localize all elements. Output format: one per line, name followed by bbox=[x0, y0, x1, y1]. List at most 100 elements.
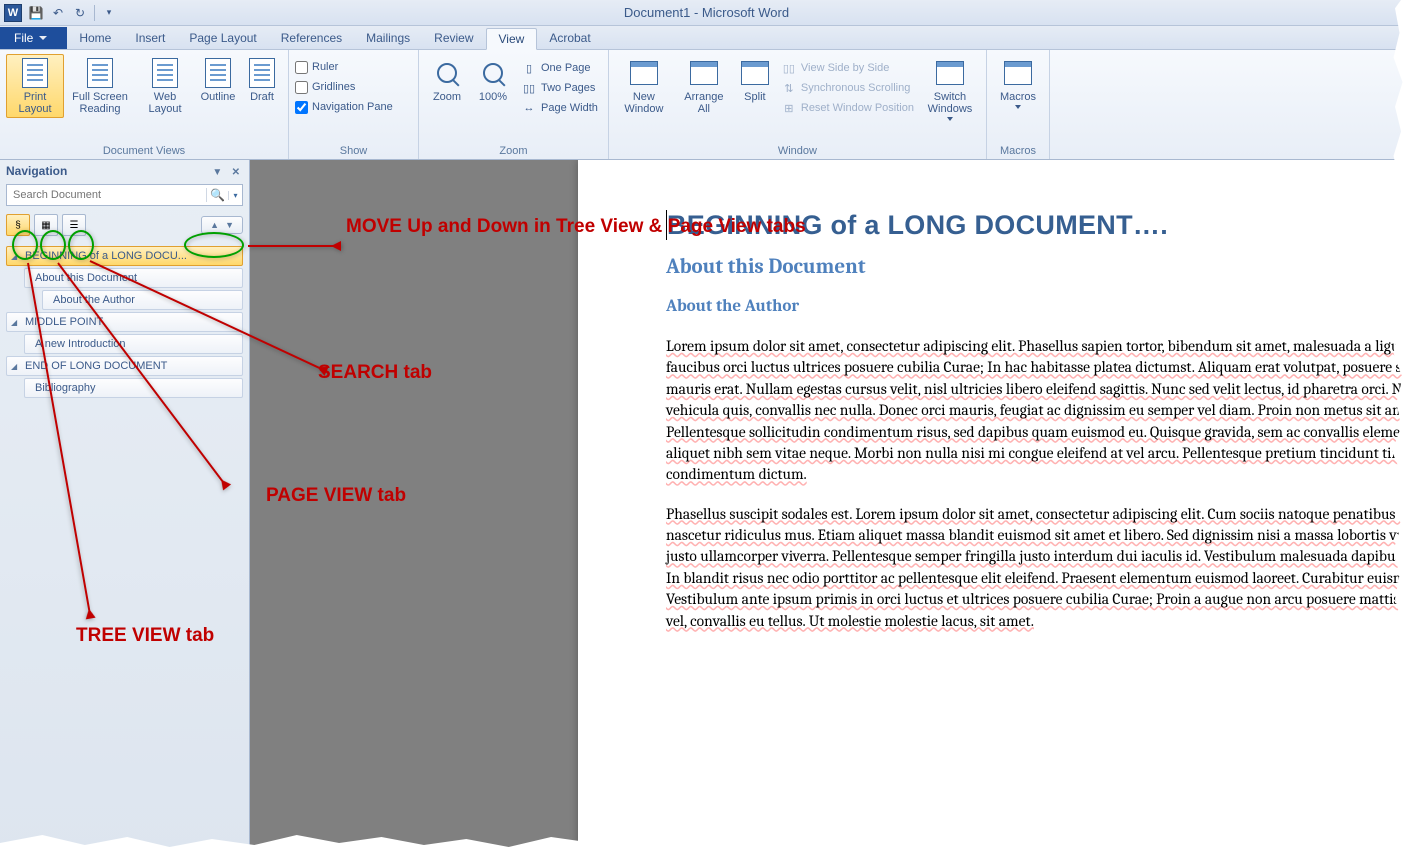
book-icon bbox=[87, 58, 113, 88]
navigation-pane-checkbox[interactable]: Navigation Pane bbox=[295, 98, 393, 116]
qat-separator bbox=[94, 5, 95, 21]
search-dropdown-icon[interactable]: ▾ bbox=[228, 191, 242, 200]
group-document-views: Print Layout Full Screen Reading Web Lay… bbox=[0, 50, 289, 159]
title-bar: W 💾 ↶ ↻ ▾ Document1 - Microsoft Word bbox=[0, 0, 1413, 26]
macros-button[interactable]: Macros bbox=[993, 54, 1043, 112]
one-page-icon: ▯ bbox=[521, 60, 537, 76]
magnifier-100-icon bbox=[483, 63, 503, 83]
group-label-show: Show bbox=[295, 143, 412, 159]
one-page-button[interactable]: ▯One Page bbox=[517, 58, 602, 78]
results-icon: ☰ bbox=[70, 220, 79, 231]
group-label-zoom: Zoom bbox=[425, 143, 602, 159]
group-label-document-views: Document Views bbox=[6, 143, 282, 159]
doc-paragraph[interactable]: Lorem ipsum dolor sit amet, consectetur … bbox=[666, 336, 1413, 486]
side-by-side-icon: ▯▯ bbox=[781, 60, 797, 76]
doc-heading-1[interactable]: BEGINNING of a LONG DOCUMENT…. bbox=[666, 210, 1413, 241]
zoom-button[interactable]: Zoom bbox=[425, 54, 469, 106]
headings-icon: § bbox=[15, 220, 21, 231]
navpane-header: Navigation ▼ ✕ bbox=[0, 160, 249, 182]
navpane-menu-icon[interactable]: ▼ bbox=[209, 167, 225, 178]
outline-button[interactable]: Outline bbox=[196, 54, 240, 106]
macros-icon bbox=[1004, 61, 1032, 85]
group-label-macros: Macros bbox=[993, 143, 1043, 159]
sync-scrolling-button: ⇅Synchronous Scrolling bbox=[777, 78, 918, 98]
redo-icon[interactable]: ↻ bbox=[72, 5, 88, 21]
group-zoom: Zoom 100% ▯One Page ▯▯Two Pages ↔Page Wi… bbox=[419, 50, 609, 159]
annotation-circle bbox=[184, 232, 244, 258]
ruler-checkbox[interactable]: Ruler bbox=[295, 58, 338, 76]
split-button[interactable]: Split bbox=[735, 54, 775, 106]
quick-access-toolbar: W 💾 ↶ ↻ ▾ bbox=[0, 4, 117, 22]
tab-home[interactable]: Home bbox=[67, 27, 123, 49]
reset-pos-icon: ⊞ bbox=[781, 100, 797, 116]
navpane-next-icon[interactable]: ▼ bbox=[225, 220, 234, 230]
tab-acrobat[interactable]: Acrobat bbox=[537, 27, 602, 49]
two-pages-button[interactable]: ▯▯Two Pages bbox=[517, 78, 602, 98]
tree-item[interactable]: A new Introduction bbox=[24, 334, 243, 354]
web-icon bbox=[152, 58, 178, 88]
tree-item[interactable]: About the Author bbox=[42, 290, 243, 310]
annotation-circle bbox=[12, 230, 38, 260]
two-pages-icon: ▯▯ bbox=[521, 80, 537, 96]
window-title: Document1 - Microsoft Word bbox=[624, 5, 789, 20]
main-area: Navigation ▼ ✕ 🔍 ▾ § ▦ ☰ ▲ ▼ BEGINNING o… bbox=[0, 160, 1413, 861]
save-icon[interactable]: 💾 bbox=[28, 5, 44, 21]
group-macros: Macros Macros bbox=[987, 50, 1050, 159]
arrange-all-button[interactable]: Arrange All bbox=[675, 54, 733, 118]
zoom-100-button[interactable]: 100% bbox=[471, 54, 515, 106]
qat-customize-icon[interactable]: ▾ bbox=[101, 5, 117, 21]
ribbon-tabs: File Home Insert Page Layout References … bbox=[0, 26, 1413, 50]
group-window: New Window Arrange All Split ▯▯View Side… bbox=[609, 50, 987, 159]
tab-insert[interactable]: Insert bbox=[123, 27, 177, 49]
doc-paragraph[interactable]: Phasellus suscipit sodales est. Lorem ip… bbox=[666, 504, 1413, 632]
navpane-search[interactable]: 🔍 ▾ bbox=[6, 184, 243, 206]
file-tab[interactable]: File bbox=[0, 27, 67, 49]
document-viewport[interactable]: BEGINNING of a LONG DOCUMENT…. About thi… bbox=[250, 160, 1413, 861]
gridlines-checkbox[interactable]: Gridlines bbox=[295, 78, 355, 96]
page-icon bbox=[22, 58, 48, 88]
pages-icon: ▦ bbox=[41, 220, 50, 231]
search-input[interactable] bbox=[7, 189, 206, 201]
doc-heading-3[interactable]: About the Author bbox=[666, 297, 1413, 316]
group-show: Ruler Gridlines Navigation Pane Show bbox=[289, 50, 419, 159]
tab-view[interactable]: View bbox=[486, 28, 538, 50]
draft-button[interactable]: Draft bbox=[242, 54, 282, 106]
outline-icon bbox=[205, 58, 231, 88]
navpane-prev-icon[interactable]: ▲ bbox=[210, 220, 219, 230]
reset-window-position-button: ⊞Reset Window Position bbox=[777, 98, 918, 118]
navpane-close-icon[interactable]: ✕ bbox=[229, 167, 243, 178]
tree-item[interactable]: About this Document bbox=[24, 268, 243, 288]
tree-item[interactable]: END OF LONG DOCUMENT bbox=[6, 356, 243, 376]
print-layout-button[interactable]: Print Layout bbox=[6, 54, 64, 118]
switch-windows-icon bbox=[936, 61, 964, 85]
new-window-icon bbox=[630, 61, 658, 85]
doc-heading-2[interactable]: About this Document bbox=[666, 255, 1413, 279]
document-page[interactable]: BEGINNING of a LONG DOCUMENT…. About thi… bbox=[578, 160, 1413, 861]
group-label-window: Window bbox=[615, 143, 980, 159]
ribbon: Print Layout Full Screen Reading Web Lay… bbox=[0, 50, 1413, 160]
new-window-button[interactable]: New Window bbox=[615, 54, 673, 118]
navpane-title: Navigation bbox=[6, 164, 67, 178]
page-width-icon: ↔ bbox=[521, 100, 537, 116]
switch-windows-button[interactable]: Switch Windows bbox=[920, 54, 980, 124]
tab-page-layout[interactable]: Page Layout bbox=[177, 27, 268, 49]
sync-scroll-icon: ⇅ bbox=[781, 80, 797, 96]
draft-icon bbox=[249, 58, 275, 88]
annotation-arrow bbox=[248, 245, 340, 247]
full-screen-reading-button[interactable]: Full Screen Reading bbox=[66, 54, 134, 118]
page-width-button[interactable]: ↔Page Width bbox=[517, 98, 602, 118]
word-app-icon[interactable]: W bbox=[4, 4, 22, 22]
tree-item[interactable]: Bibliography bbox=[24, 378, 243, 398]
navigation-pane: Navigation ▼ ✕ 🔍 ▾ § ▦ ☰ ▲ ▼ BEGINNING o… bbox=[0, 160, 250, 861]
split-icon bbox=[741, 61, 769, 85]
annotation-circle bbox=[40, 230, 66, 260]
view-side-by-side-button: ▯▯View Side by Side bbox=[777, 58, 918, 78]
undo-icon[interactable]: ↶ bbox=[50, 5, 66, 21]
web-layout-button[interactable]: Web Layout bbox=[136, 54, 194, 118]
tab-references[interactable]: References bbox=[269, 27, 354, 49]
tab-review[interactable]: Review bbox=[422, 27, 485, 49]
arrange-all-icon bbox=[690, 61, 718, 85]
tab-mailings[interactable]: Mailings bbox=[354, 27, 422, 49]
magnifier-icon bbox=[437, 63, 457, 83]
search-icon[interactable]: 🔍 bbox=[206, 188, 228, 202]
